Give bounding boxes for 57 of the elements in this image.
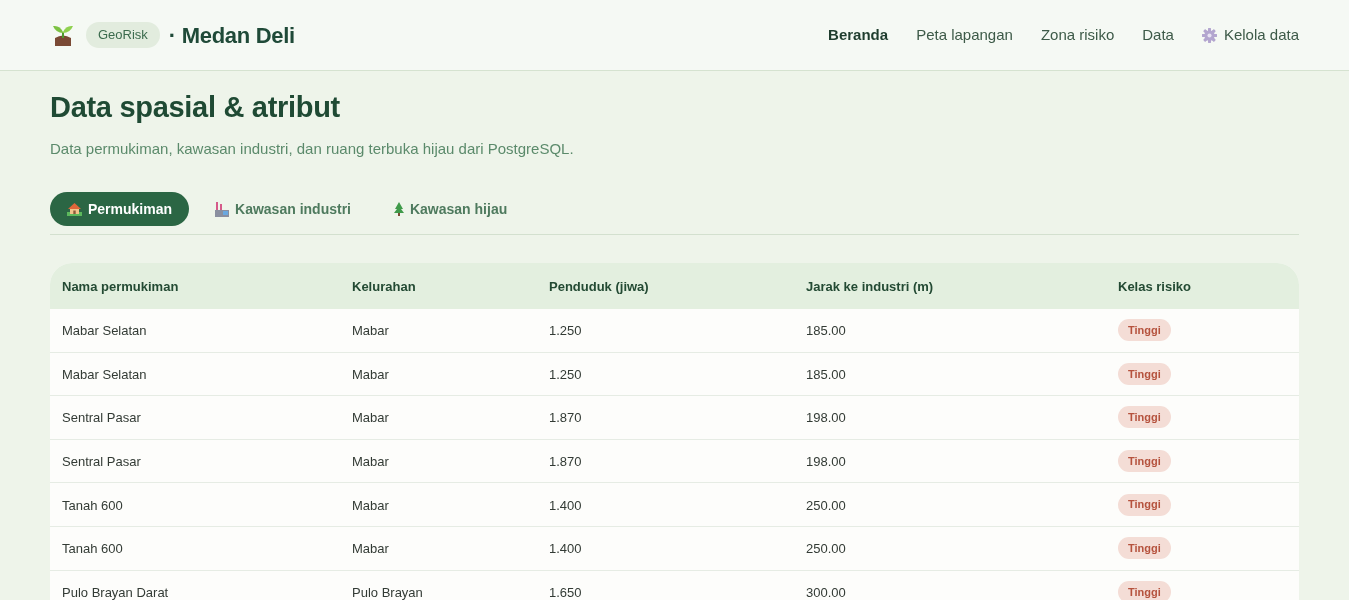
- tree-icon: [393, 202, 404, 216]
- column-header: Jarak ke industri (m): [806, 279, 934, 294]
- table-cell: Mabar: [352, 410, 389, 426]
- table-cell: 198.00: [806, 454, 846, 470]
- risk-badge: Tinggi: [1118, 319, 1171, 342]
- table-cell: 1.870: [549, 454, 582, 470]
- nav-link[interactable]: Peta lapangan: [916, 23, 1013, 47]
- risk-badge: Tinggi: [1118, 406, 1171, 429]
- gear-icon: [1201, 27, 1217, 43]
- table-cell: 198.00: [806, 410, 846, 426]
- column-header: Nama permukiman: [62, 279, 179, 294]
- table-cell: 1.400: [549, 541, 582, 557]
- risk-badge: Tinggi: [1118, 493, 1171, 516]
- table-cell: Sentral Pasar: [62, 454, 141, 470]
- brand-badge: GeoRisk: [86, 22, 160, 48]
- table-cell: Mabar Selatan: [62, 366, 147, 382]
- table-cell: 1.870: [549, 410, 582, 426]
- tab[interactable]: Permukiman: [50, 192, 190, 226]
- risk-badge: Tinggi: [1118, 537, 1171, 560]
- table-cell: Pulo Brayan: [352, 584, 423, 600]
- page-subtitle: Data permukiman, kawasan industri, dan ruang terbuka hijau dari PostgreSQL.: [50, 139, 575, 159]
- table-cell: Mabar: [352, 366, 389, 382]
- table-cell: 185.00: [806, 323, 846, 339]
- factory-icon: [215, 201, 230, 217]
- table-cell: 1.250: [549, 366, 582, 382]
- page-title: Data spasial & atribut: [50, 90, 341, 125]
- tab[interactable]: Kawasan industri: [198, 192, 368, 226]
- risk-badge: Tinggi: [1118, 362, 1171, 385]
- table-cell: 250.00: [806, 497, 846, 513]
- nav-link[interactable]: Zona risiko: [1040, 23, 1115, 47]
- column-header: Kelurahan: [352, 279, 416, 294]
- house-icon: [67, 202, 82, 216]
- nav-link[interactable]: Kelola data: [1201, 23, 1299, 47]
- table-cell: 1.400: [549, 497, 582, 513]
- table-cell: Mabar: [352, 454, 389, 470]
- column-header: Penduduk (jiwa): [549, 279, 649, 294]
- table-cell: Sentral Pasar: [62, 410, 141, 426]
- table-cell: Mabar: [352, 497, 389, 513]
- risk-badge: Tinggi: [1118, 450, 1171, 473]
- table-cell: Mabar Selatan: [62, 323, 147, 339]
- table-cell: 1.650: [549, 584, 582, 600]
- table-cell: 1.250: [549, 323, 582, 339]
- table-cell: Tanah 600: [62, 497, 123, 513]
- nav-link[interactable]: Beranda: [828, 23, 889, 47]
- table-cell: Pulo Brayan Darat: [62, 584, 169, 600]
- table-cell: 250.00: [806, 541, 846, 557]
- seedling-icon: [52, 24, 74, 46]
- table-cell: Mabar: [352, 541, 389, 557]
- column-header: Kelas risiko: [1118, 279, 1191, 294]
- table-cell: Mabar: [352, 323, 389, 339]
- tab[interactable]: Kawasan hijau: [376, 192, 525, 226]
- brand-title: · Medan Deli: [168, 21, 295, 50]
- table-cell: 300.00: [806, 584, 846, 600]
- nav-link[interactable]: Data: [1142, 23, 1174, 47]
- risk-badge: Tinggi: [1118, 580, 1171, 600]
- table-cell: Tanah 600: [62, 541, 123, 557]
- table-cell: 185.00: [806, 366, 846, 382]
